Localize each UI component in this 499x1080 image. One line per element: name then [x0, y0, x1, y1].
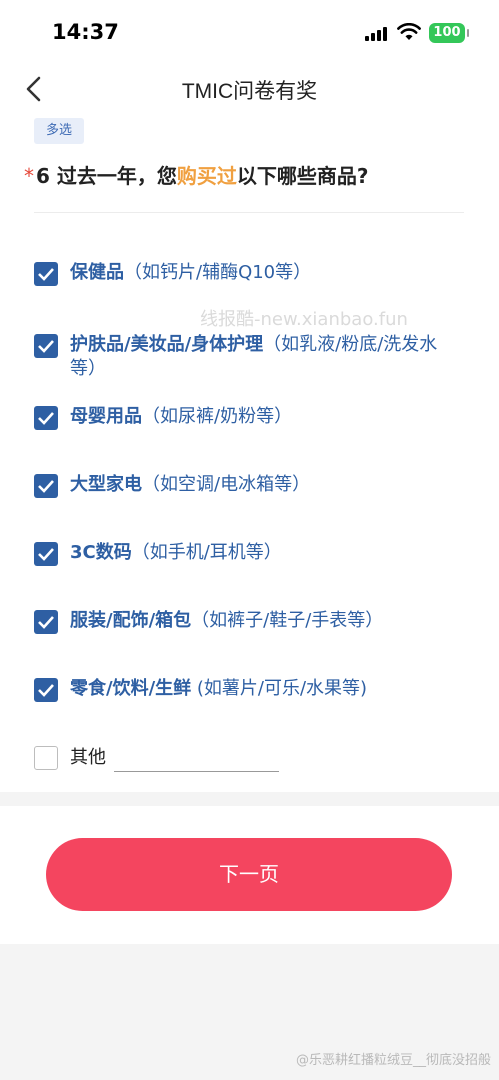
checkbox-checked[interactable] — [34, 610, 58, 634]
option-label: 服装/配饰/箱包（如裤子/鞋子/手表等） — [70, 610, 384, 631]
option-label: 保健品（如钙片/辅酶Q10等） — [70, 262, 312, 283]
option-label: 零食/饮料/生鲜 (如薯片/可乐/水果等) — [70, 678, 368, 699]
page-title: TMIC问卷有奖 — [181, 80, 318, 103]
weibo-watermark: @乐恶耕红播粒绒豆__彻底没招般 — [295, 1053, 491, 1068]
nav-bar: TMIC问卷有奖 — [0, 62, 499, 116]
check-icon — [38, 684, 54, 697]
question-highlight: 购买过 — [176, 164, 237, 188]
check-icon — [38, 548, 54, 561]
multi-select-tag: 多选 — [34, 118, 85, 144]
check-icon — [38, 268, 54, 281]
wifi-icon — [397, 23, 421, 40]
question-suffix: 以下哪些商品? — [236, 164, 369, 188]
next-page-button[interactable]: 下一页 — [46, 838, 452, 911]
option-label: 护肤品/美妆品/身体护理（如乳液/粉底/洗发水等） — [70, 334, 438, 379]
check-icon — [38, 480, 54, 493]
check-icon — [38, 412, 54, 425]
check-icon — [38, 340, 54, 353]
divider — [34, 212, 464, 213]
checkbox-checked[interactable] — [34, 678, 58, 702]
checkbox-checked[interactable] — [34, 262, 58, 286]
question-card: 多选 * 6 过去一年，您购买过以下哪些商品? 保健品（如钙片/辅酶Q10等） 护… — [0, 116, 499, 792]
checkbox-unchecked[interactable] — [34, 746, 58, 770]
other-text-input[interactable] — [114, 746, 279, 772]
status-bar: 14:37 100 — [0, 0, 499, 62]
question-title: * 6 过去一年，您购买过以下哪些商品? — [24, 160, 369, 189]
option-label: 母婴用品（如尿裤/奶粉等） — [70, 406, 293, 427]
required-mark: * — [24, 164, 34, 188]
watermark: 线报酷-new.xianbao.fun — [200, 309, 408, 330]
battery-icon: 100 — [429, 23, 469, 43]
other-label: 其他 — [70, 747, 106, 768]
cellular-signal-icon — [365, 27, 389, 41]
check-icon — [38, 616, 54, 629]
option-label: 大型家电（如空调/电冰箱等） — [70, 474, 311, 495]
survey-page: 14:37 100 TMIC问卷有奖 多选 * 6 过去一年，您购买过以下哪些商品… — [0, 0, 499, 1080]
checkbox-checked[interactable] — [34, 406, 58, 430]
status-time: 14:37 — [52, 20, 119, 44]
checkbox-checked[interactable] — [34, 542, 58, 566]
option-label: 3C数码（如手机/耳机等） — [70, 542, 282, 563]
footer: 下一页 — [0, 806, 499, 944]
checkbox-checked[interactable] — [34, 334, 58, 358]
checkbox-checked[interactable] — [34, 474, 58, 498]
question-prefix: 6 过去一年，您 — [36, 164, 177, 188]
